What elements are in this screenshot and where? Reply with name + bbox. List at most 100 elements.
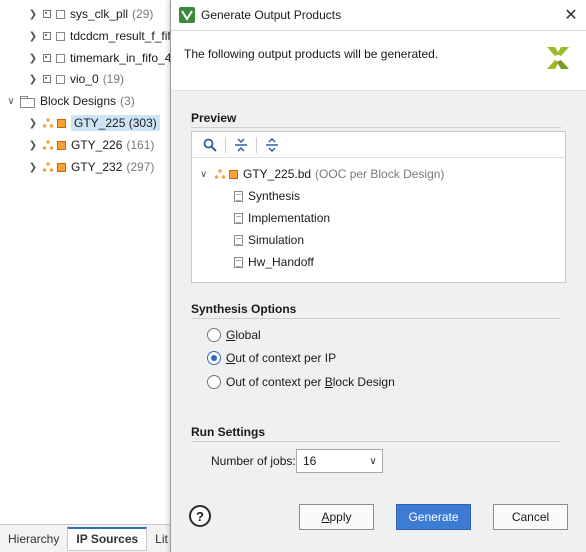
radio-button-selected[interactable] — [207, 351, 221, 365]
radio-ooc-per-ip[interactable]: Out of context per IP — [207, 351, 336, 365]
mnemonic: G — [226, 328, 236, 342]
tree-item-sys-clk-pll[interactable]: ❯ sys_clk_pll (29) — [28, 4, 154, 24]
collapse-all-icon — [235, 137, 247, 152]
radio-button[interactable] — [207, 328, 221, 342]
tree-item-gty-226[interactable]: ❯ GTY_226 (161) — [28, 135, 155, 155]
synthesis-divider — [191, 318, 561, 319]
generate-button[interactable]: Generate — [396, 504, 471, 530]
tree-item-label: timemark_in_fifo_46 — [70, 51, 179, 65]
tree-item-vio-0[interactable]: ❯ vio_0 (19) — [28, 69, 124, 89]
tree-item-count: (161) — [126, 138, 155, 152]
xilinx-logo-icon — [547, 47, 569, 69]
chevron-right-icon[interactable]: ❯ — [28, 162, 38, 173]
preview-root-name: GTY_225.bd — [243, 167, 312, 181]
tree-item-timemark[interactable]: ❯ timemark_in_fifo_46 — [28, 48, 178, 68]
chevron-down-icon[interactable]: ∨ — [200, 169, 210, 180]
preview-item-hw-handoff[interactable]: Hw_Handoff — [234, 252, 314, 272]
expand-all-button[interactable] — [260, 134, 284, 156]
chevron-right-icon[interactable]: ❯ — [28, 118, 38, 129]
tree-item-count: (303) — [128, 116, 157, 130]
dialog-header: The following output products will be ge… — [171, 31, 586, 91]
label-text: lobal — [235, 328, 261, 342]
tree-item-tdcdcm-result[interactable]: ❯ tdcdcm_result_f_fifo — [28, 26, 178, 46]
preview-section-label: Preview — [191, 111, 237, 125]
ip-core-icon — [42, 31, 52, 41]
button-label: pply — [329, 510, 352, 524]
chevron-right-icon[interactable]: ❯ — [28, 31, 38, 42]
jobs-value: 16 — [303, 454, 317, 468]
tree-item-label: GTY_232 — [71, 160, 123, 174]
bd-file-icon — [57, 162, 66, 172]
help-button[interactable]: ? — [189, 505, 211, 527]
search-button[interactable] — [198, 134, 222, 156]
dialog-titlebar[interactable]: Generate Output Products ✕ — [171, 0, 586, 31]
preview-item-simulation[interactable]: Simulation — [234, 230, 304, 250]
label-text: ut of context per IP — [235, 351, 337, 365]
tree-item-count: (19) — [102, 72, 125, 86]
tree-item-gty-225[interactable]: ❯ GTY_225 (303) — [28, 113, 160, 133]
preview-item-label: Simulation — [248, 233, 305, 247]
preview-root-note: (OOC per Block Design) — [315, 167, 445, 181]
run-settings-label: Run Settings — [191, 425, 265, 439]
tree-item-count: (29) — [132, 7, 154, 21]
generate-output-products-dialog: Generate Output Products ✕ The following… — [170, 0, 586, 552]
close-icon[interactable]: ✕ — [556, 5, 586, 25]
radio-label-ooc-per-ip: Out of context per IP — [226, 351, 336, 365]
tree-item-label: Block Designs — [40, 94, 117, 108]
preview-tree: ∨ GTY_225.bd (OOC per Block Design) Synt… — [191, 131, 566, 283]
preview-item-implementation[interactable]: Implementation — [234, 208, 330, 228]
synthesis-options-label: Synthesis Options — [191, 302, 297, 316]
bd-file-icon — [57, 140, 66, 150]
expand-all-icon — [266, 137, 278, 152]
number-of-jobs-select[interactable]: 16 ∨ — [296, 449, 383, 473]
preview-root-row[interactable]: ∨ GTY_225.bd (OOC per Block Design) — [200, 164, 444, 184]
toolbar-separator — [256, 136, 257, 153]
chevron-down-icon[interactable]: ∨ — [6, 96, 16, 107]
preview-item-label: Hw_Handoff — [248, 255, 314, 269]
tree-item-gty-232[interactable]: ❯ GTY_232 (297) — [28, 157, 155, 177]
radio-global[interactable]: Global — [207, 328, 261, 342]
preview-item-synthesis[interactable]: Synthesis — [234, 186, 300, 206]
tree-item-label: tdcdcm_result_f_fifo — [70, 29, 178, 43]
mnemonic: A — [321, 510, 330, 524]
label-text: obs: — [273, 454, 296, 468]
label-text: Out of context per — [226, 375, 325, 389]
chevron-down-icon[interactable]: ∨ — [364, 456, 382, 467]
radio-label-global: Global — [226, 328, 261, 342]
radio-button[interactable] — [207, 375, 221, 389]
preview-toolbar — [192, 132, 565, 158]
search-icon — [203, 138, 217, 152]
mnemonic: B — [324, 375, 333, 389]
file-icon — [56, 74, 65, 84]
document-icon — [234, 234, 243, 246]
dialog-description: The following output products will be ge… — [184, 47, 439, 61]
ip-core-icon — [42, 9, 52, 19]
ip-core-icon — [42, 74, 52, 84]
jobs-label: Number of jobs: — [211, 454, 296, 468]
label-text: lock Design — [332, 375, 395, 389]
bd-file-icon — [229, 169, 238, 179]
run-settings-divider — [191, 441, 561, 442]
collapse-all-button[interactable] — [229, 134, 253, 156]
mnemonic: O — [226, 351, 236, 365]
chevron-right-icon[interactable]: ❯ — [28, 74, 38, 85]
ip-sources-tree: ❯ sys_clk_pll (29) ❯ tdcdcm_result_f_fif… — [0, 0, 180, 552]
tree-item-count: (3) — [120, 94, 135, 108]
file-icon — [56, 31, 65, 41]
radio-label-ooc-per-bd: Out of context per Block Design — [226, 375, 395, 389]
dialog-title: Generate Output Products — [201, 8, 342, 22]
tree-item-block-designs[interactable]: ∨ Block Designs (3) — [6, 91, 135, 111]
chevron-right-icon[interactable]: ❯ — [28, 140, 38, 151]
tree-item-count: (297) — [126, 160, 155, 174]
vivado-app-icon — [179, 7, 195, 23]
tab-ip-sources[interactable]: IP Sources — [67, 526, 148, 551]
tree-item-label: sys_clk_pll — [70, 7, 129, 21]
block-design-icon — [42, 140, 54, 150]
tab-hierarchy[interactable]: Hierarchy — [0, 528, 67, 550]
apply-button[interactable]: Apply — [299, 504, 374, 530]
radio-ooc-per-bd[interactable]: Out of context per Block Design — [207, 375, 395, 389]
chevron-right-icon[interactable]: ❯ — [28, 9, 38, 20]
chevron-right-icon[interactable]: ❯ — [28, 53, 38, 64]
cancel-button[interactable]: Cancel — [493, 504, 568, 530]
folder-icon — [20, 96, 35, 108]
